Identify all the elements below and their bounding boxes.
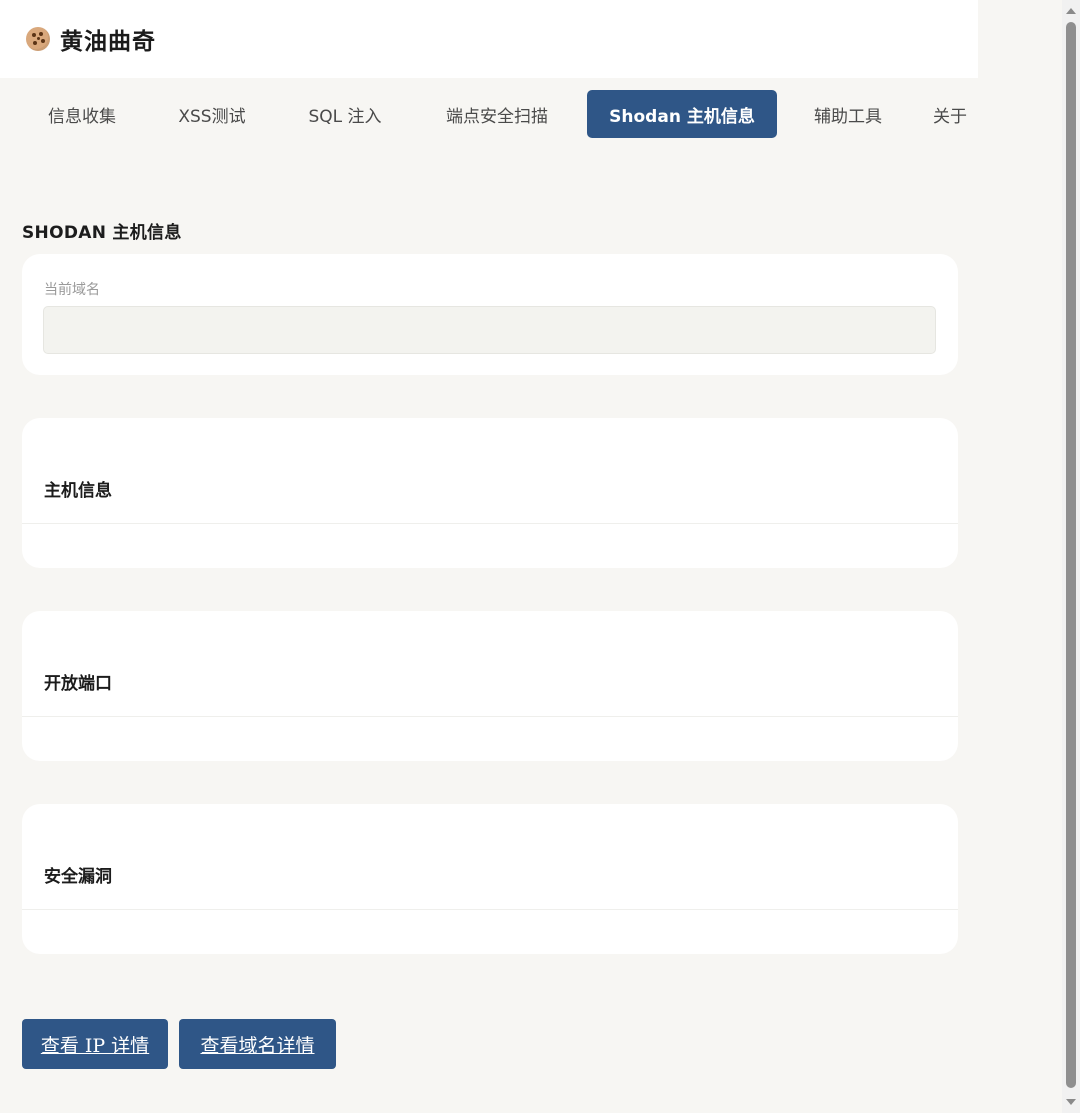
scroll-up-arrow-icon[interactable] bbox=[1066, 8, 1076, 14]
view-domain-details-button[interactable]: 查看域名详情 bbox=[179, 1019, 336, 1069]
app-title: 黄油曲奇 bbox=[60, 29, 156, 55]
tab-sql-injection[interactable]: SQL 注入 bbox=[282, 90, 408, 138]
view-ip-details-button[interactable]: 查看 IP 详情 bbox=[22, 1019, 168, 1069]
domain-field-label: 当前域名 bbox=[44, 282, 100, 298]
scrollbar-thumb[interactable] bbox=[1066, 22, 1076, 1088]
domain-card: 当前域名 bbox=[22, 254, 958, 375]
tab-shodan-host-info[interactable]: Shodan 主机信息 bbox=[587, 90, 777, 138]
tab-xss-test[interactable]: XSS测试 bbox=[152, 90, 272, 138]
tab-info-gathering[interactable]: 信息收集 bbox=[22, 90, 142, 138]
domain-field[interactable] bbox=[43, 306, 936, 354]
open-ports-divider bbox=[22, 716, 958, 717]
vertical-scrollbar[interactable] bbox=[1062, 0, 1080, 1113]
tab-endpoint-scan[interactable]: 端点安全扫描 bbox=[418, 90, 576, 138]
tab-bar: 信息收集 XSS测试 SQL 注入 端点安全扫描 Shodan 主机信息 辅助工… bbox=[0, 90, 980, 138]
open-ports-card: 开放端口 bbox=[22, 611, 958, 761]
tab-auxiliary-tools[interactable]: 辅助工具 bbox=[788, 90, 908, 138]
host-info-heading: 主机信息 bbox=[44, 481, 112, 501]
vulnerabilities-heading: 安全漏洞 bbox=[44, 867, 112, 887]
app-header: 黄油曲奇 bbox=[0, 0, 978, 78]
cookie-icon bbox=[26, 27, 50, 51]
tab-about[interactable]: 关于 bbox=[920, 90, 980, 138]
open-ports-heading: 开放端口 bbox=[44, 674, 112, 694]
section-title: SHODAN 主机信息 bbox=[22, 223, 182, 243]
vulnerabilities-card: 安全漏洞 bbox=[22, 804, 958, 954]
vulnerabilities-divider bbox=[22, 909, 958, 910]
host-info-divider bbox=[22, 523, 958, 524]
scroll-down-arrow-icon[interactable] bbox=[1066, 1099, 1076, 1105]
host-info-card: 主机信息 bbox=[22, 418, 958, 568]
